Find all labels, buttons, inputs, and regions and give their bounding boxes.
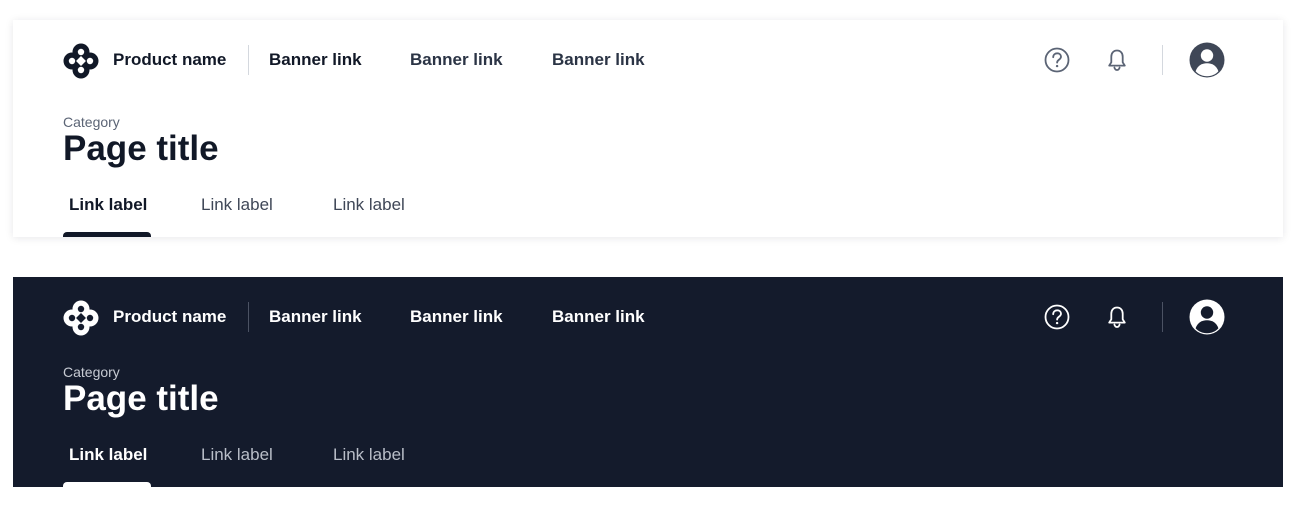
banner-link[interactable]: Banner link: [410, 306, 503, 328]
action-divider: [1162, 45, 1163, 75]
avatar[interactable]: [1189, 299, 1225, 335]
banner-link[interactable]: Banner link: [269, 306, 362, 328]
tab-link-label[interactable]: Link label: [201, 194, 273, 216]
page-title: Page title: [63, 379, 219, 418]
dark-top-bar: Product name Banner link Banner link Ban…: [13, 277, 1283, 357]
action-divider: [1162, 302, 1163, 332]
tab-link-label[interactable]: Link label: [69, 194, 147, 216]
help-icon[interactable]: [1042, 45, 1072, 75]
banner-link[interactable]: Banner link: [269, 49, 362, 71]
light-top-bar: Product name Banner link Banner link Ban…: [13, 20, 1283, 100]
active-tab-indicator: [63, 232, 151, 237]
active-tab-indicator: [63, 482, 151, 487]
avatar[interactable]: [1189, 42, 1225, 78]
banner-link[interactable]: Banner link: [552, 306, 645, 328]
bell-icon[interactable]: [1102, 45, 1132, 75]
banner-link[interactable]: Banner link: [410, 49, 503, 71]
tab-link-label[interactable]: Link label: [333, 194, 405, 216]
product-name[interactable]: Product name: [113, 306, 226, 328]
bell-icon[interactable]: [1102, 302, 1132, 332]
product-name[interactable]: Product name: [113, 49, 226, 71]
product-logo-icon[interactable]: [63, 300, 99, 336]
page-title: Page title: [63, 129, 219, 168]
product-divider: [248, 302, 249, 332]
tab-link-label[interactable]: Link label: [333, 444, 405, 466]
banner-link[interactable]: Banner link: [552, 49, 645, 71]
product-divider: [248, 45, 249, 75]
dark-header: Product name Banner link Banner link Ban…: [13, 277, 1283, 487]
light-header: Product name Banner link Banner link Ban…: [13, 20, 1283, 237]
tab-link-label[interactable]: Link label: [201, 444, 273, 466]
tab-link-label[interactable]: Link label: [69, 444, 147, 466]
help-icon[interactable]: [1042, 302, 1072, 332]
product-logo-icon[interactable]: [63, 43, 99, 79]
